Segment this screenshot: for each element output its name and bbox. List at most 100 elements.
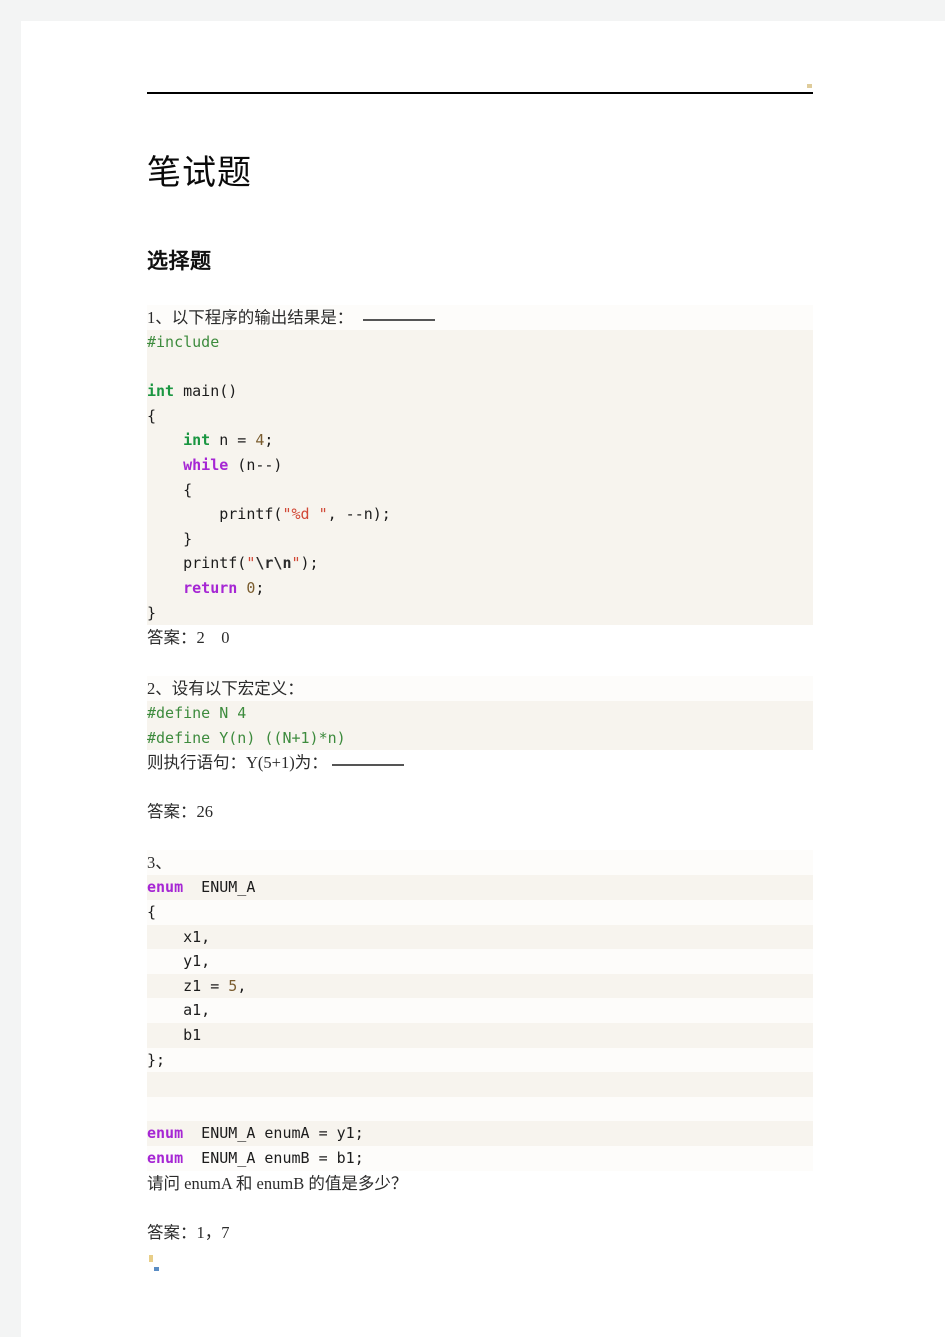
code-line: #define N 4 <box>147 701 813 726</box>
question-block-2: 2、设有以下宏定义： #define N 4 #define Y(n) ((N+1… <box>147 676 813 824</box>
code-line: { <box>147 404 813 429</box>
code-token: enum <box>147 1148 184 1167</box>
question-block-3: 3、 enum ENUM_A { x1, y1, z1 = 5, a1, b1};… <box>147 850 813 1244</box>
code-line: enum ENUM_A <box>147 875 813 900</box>
document-content: 笔试题 选择题 1、以下程序的输出结果是： #include int main(… <box>147 116 813 1245</box>
code-line: b1 <box>147 1022 813 1048</box>
code-token: ; <box>255 579 265 598</box>
code-token: n = <box>210 431 256 450</box>
code-token: } <box>147 529 193 548</box>
code-line: enum ENUM_A enumB = b1; <box>147 1145 813 1171</box>
code-token: y1, <box>147 952 211 971</box>
code-token: }; <box>147 1050 166 1069</box>
code-token: ; <box>264 431 274 450</box>
code-token: while <box>183 456 229 475</box>
code-token: " <box>291 554 301 573</box>
footer-watermark-dot-icon <box>149 1255 153 1262</box>
code-token: printf( <box>147 505 283 524</box>
code-token: ENUM_A enumB = b1; <box>183 1148 364 1167</box>
code-token: { <box>147 406 157 425</box>
question-1-prompt-text: 1、以下程序的输出结果是： <box>147 308 354 328</box>
code-token: , <box>237 976 247 995</box>
question-block-1: 1、以下程序的输出结果是： #include int main() { int n… <box>147 305 813 650</box>
question-3-prompt-after: 请问 enumA 和 enumB 的值是多少？ <box>147 1171 813 1196</box>
code-block-1: #include int main() { int n = 4; while (n… <box>147 330 813 626</box>
code-token: #define N 4 <box>147 704 247 723</box>
code-token: a1, <box>147 1001 211 1020</box>
code-line: #define Y(n) ((N+1)*n) <box>147 726 813 751</box>
code-line: int n = 4; <box>147 428 813 453</box>
question-3-prompt-text: 3、 <box>147 853 172 873</box>
question-2-answer-blank[interactable] <box>331 764 404 767</box>
code-token: x1, <box>147 927 211 946</box>
code-line: #include <box>147 330 813 355</box>
code-line: printf("\r\n"); <box>147 551 813 576</box>
code-line: { <box>147 478 813 503</box>
code-token: main() <box>174 382 238 401</box>
code-line: while (n--) <box>147 453 813 478</box>
code-line: z1 = 5, <box>147 973 813 999</box>
code-token: \r\n <box>255 554 292 573</box>
code-line: a1, <box>147 998 813 1023</box>
question-2-prompt: 2、设有以下宏定义： <box>147 676 813 702</box>
code-line: int main() <box>147 379 813 404</box>
question-1-prompt: 1、以下程序的输出结果是： <box>147 305 813 331</box>
page-header <box>21 21 945 101</box>
code-token: ENUM_A <box>183 878 256 897</box>
code-line: printf("%d ", --n); <box>147 502 813 527</box>
code-token: int <box>183 431 211 450</box>
code-token: #include <box>147 333 220 352</box>
code-token: ENUM_A enumA = y1; <box>183 1124 364 1143</box>
question-3-prompt: 3、 <box>147 850 813 876</box>
section-title-multiple-choice: 选择题 <box>147 249 212 274</box>
code-token: ); <box>300 554 319 573</box>
code-line: } <box>147 527 813 552</box>
page-title: 笔试题 <box>147 155 252 192</box>
code-token: "%d " <box>282 505 328 524</box>
code-line <box>147 1096 813 1122</box>
code-token: enum <box>147 878 184 897</box>
document-page: 笔试题 选择题 1、以下程序的输出结果是： #include int main(… <box>21 21 945 1337</box>
header-rule <box>147 92 813 94</box>
code-token: (n--) <box>228 456 283 475</box>
footer-watermark-square-icon <box>154 1267 159 1271</box>
code-token: { <box>147 480 193 499</box>
code-token: enum <box>147 1124 184 1143</box>
code-token: , --n); <box>327 505 391 524</box>
code-token: z1 = <box>147 976 229 995</box>
code-token: 5 <box>228 976 238 995</box>
code-block-2: #define N 4 #define Y(n) ((N+1)*n) <box>147 701 813 751</box>
code-token: #define Y(n) ((N+1)*n) <box>147 728 346 747</box>
code-token: return <box>183 579 238 598</box>
code-line: } <box>147 601 813 626</box>
code-line: return 0; <box>147 576 813 601</box>
question-3-prompt-after-text: 请问 enumA 和 enumB 的值是多少？ <box>147 1173 408 1193</box>
question-2-answer: 答案：26 <box>147 802 213 822</box>
question-1-answer: 答案：2 0 <box>147 628 230 648</box>
question-1-answer-blank[interactable] <box>363 319 436 322</box>
code-token: } <box>147 603 157 622</box>
code-line: y1, <box>147 949 813 974</box>
code-line: { <box>147 900 813 925</box>
question-3-answer: 答案：1，7 <box>147 1222 230 1242</box>
code-token: int <box>147 382 175 401</box>
question-2-prompt-text: 2、设有以下宏定义： <box>147 679 304 699</box>
header-watermark-dot-icon <box>807 84 812 88</box>
question-2-prompt-after-text: 则执行语句：Y(5+1)为： <box>147 753 328 773</box>
code-line: x1, <box>147 924 813 950</box>
code-block-3: enum ENUM_A { x1, y1, z1 = 5, a1, b1}; en… <box>147 875 813 1171</box>
question-2-prompt-after: 则执行语句：Y(5+1)为： <box>147 750 813 775</box>
code-token: { <box>147 903 157 921</box>
code-line: }; <box>147 1047 813 1073</box>
code-line: enum ENUM_A enumA = y1; <box>147 1121 813 1146</box>
